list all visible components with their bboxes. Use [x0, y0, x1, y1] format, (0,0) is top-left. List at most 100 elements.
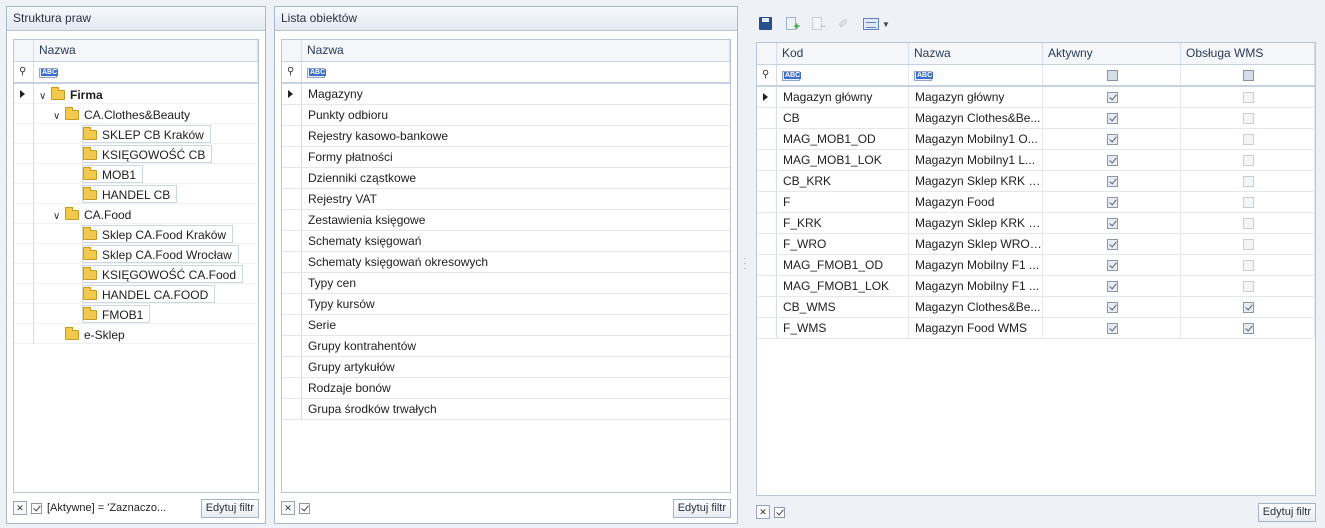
table-row[interactable]: MAG_FMOB1_LOK Magazyn Mobilny F1 ...	[757, 276, 1315, 297]
aktywny-checkbox[interactable]	[1106, 218, 1118, 229]
filter-checkbox-wms[interactable]	[1242, 70, 1254, 81]
aktywny-checkbox[interactable]	[1106, 239, 1118, 250]
pin-icon[interactable]: ⚲	[762, 69, 769, 80]
list-item[interactable]: Rejestry VAT	[282, 189, 730, 210]
cell-nazwa: Magazyn Sklep KRK F...	[909, 213, 1043, 233]
aktywny-checkbox[interactable]	[1106, 134, 1118, 145]
cell-aktywny	[1043, 171, 1181, 191]
filter-cell-aktywny[interactable]	[1043, 65, 1181, 85]
list-item[interactable]: Typy cen	[282, 273, 730, 294]
table-row[interactable]: CB Magazyn Clothes&Be...	[757, 108, 1315, 129]
tree-row[interactable]: KSIĘGOWOŚĆ CB	[14, 144, 258, 164]
table-row[interactable]: CB_WMS Magazyn Clothes&Be...	[757, 297, 1315, 318]
wms-checkbox[interactable]	[1242, 92, 1254, 103]
table-row[interactable]: F_KRK Magazyn Sklep KRK F...	[757, 213, 1315, 234]
wms-checkbox[interactable]	[1242, 239, 1254, 250]
grid-layout-icon[interactable]	[860, 14, 882, 34]
list-item[interactable]: Magazyny	[282, 84, 730, 105]
filter-cell-nazwa[interactable]: ABC	[34, 62, 258, 82]
aktywny-checkbox[interactable]	[1106, 260, 1118, 271]
wms-checkbox[interactable]	[1242, 302, 1254, 313]
wms-checkbox[interactable]	[1242, 113, 1254, 124]
tree-row[interactable]: ∨ Firma	[14, 84, 258, 104]
aktywny-checkbox[interactable]	[1106, 155, 1118, 166]
panel-splitter[interactable]: · · ·	[742, 254, 748, 276]
filter-checkbox-aktywny[interactable]	[1106, 70, 1118, 81]
filter-cell-wms[interactable]	[1181, 65, 1315, 85]
list-item[interactable]: Grupa środków trwałych	[282, 399, 730, 420]
tree-row[interactable]: e-Sklep	[14, 324, 258, 344]
wms-checkbox[interactable]	[1242, 218, 1254, 229]
tree-row[interactable]: MOB1	[14, 164, 258, 184]
dropdown-arrow-icon[interactable]: ▼	[882, 20, 890, 29]
clear-filter-button[interactable]: ✕	[756, 505, 770, 519]
tree-row[interactable]: HANDEL CB	[14, 184, 258, 204]
list-item[interactable]: Grupy artykułów	[282, 357, 730, 378]
tree-row[interactable]: ∨ CA.Clothes&Beauty	[14, 104, 258, 124]
wms-checkbox[interactable]	[1242, 260, 1254, 271]
aktywny-checkbox[interactable]	[1106, 197, 1118, 208]
filter-enabled-checkbox[interactable]	[299, 502, 310, 514]
edit-filter-button[interactable]: Edytuj filtr	[200, 498, 259, 518]
column-header-kod[interactable]: Kod	[777, 43, 909, 64]
list-item[interactable]: Zestawienia księgowe	[282, 210, 730, 231]
list-item[interactable]: Typy kursów	[282, 294, 730, 315]
list-item[interactable]: Dzienniki cząstkowe	[282, 168, 730, 189]
list-item[interactable]: Rejestry kasowo-bankowe	[282, 126, 730, 147]
edit-filter-button[interactable]: Edytuj filtr	[1257, 502, 1316, 522]
wms-checkbox[interactable]	[1242, 323, 1254, 334]
table-row[interactable]: F_WRO Magazyn Sklep WRO ...	[757, 234, 1315, 255]
tree-row[interactable]: FMOB1	[14, 304, 258, 324]
table-row[interactable]: CB_KRK Magazyn Sklep KRK C...	[757, 171, 1315, 192]
add-document-icon[interactable]	[782, 14, 804, 34]
list-item[interactable]: Rodzaje bonów	[282, 378, 730, 399]
list-item[interactable]: Punkty odbioru	[282, 105, 730, 126]
pin-icon[interactable]: ⚲	[287, 66, 294, 77]
list-item[interactable]: Schematy księgowań okresowych	[282, 252, 730, 273]
table-row[interactable]: MAG_MOB1_OD Magazyn Mobilny1 O...	[757, 129, 1315, 150]
edit-filter-button[interactable]: Edytuj filtr	[672, 498, 731, 518]
filter-enabled-checkbox[interactable]	[774, 506, 785, 518]
tree-row[interactable]: HANDEL CA.FOOD	[14, 284, 258, 304]
active-filter-text: [Aktywne] = 'Zaznaczo...	[47, 502, 167, 514]
tree-row[interactable]: ∨ CA.Food	[14, 204, 258, 224]
wms-checkbox[interactable]	[1242, 155, 1254, 166]
table-row[interactable]: MAG_MOB1_LOK Magazyn Mobilny1 L...	[757, 150, 1315, 171]
clear-filter-button[interactable]: ✕	[13, 501, 27, 515]
column-header-nazwa[interactable]: Nazwa	[909, 43, 1043, 64]
list-item[interactable]: Formy płatności	[282, 147, 730, 168]
aktywny-checkbox[interactable]	[1106, 176, 1118, 187]
tree-row[interactable]: Sklep CA.Food Kraków	[14, 224, 258, 244]
filter-enabled-checkbox[interactable]	[31, 502, 42, 514]
cell-nazwa: Magazyn Mobilny1 O...	[909, 129, 1043, 149]
tree-row[interactable]: Sklep CA.Food Wrocław	[14, 244, 258, 264]
filter-cell-nazwa[interactable]: ABC	[302, 62, 730, 82]
filter-cell-kod[interactable]: ABC	[777, 65, 909, 85]
column-header-aktywny[interactable]: Aktywny	[1043, 43, 1181, 64]
aktywny-checkbox[interactable]	[1106, 281, 1118, 292]
table-row[interactable]: MAG_FMOB1_OD Magazyn Mobilny F1 ...	[757, 255, 1315, 276]
aktywny-checkbox[interactable]	[1106, 302, 1118, 313]
save-icon[interactable]	[756, 14, 778, 34]
column-header-obsluga-wms[interactable]: Obsługa WMS	[1181, 43, 1315, 64]
list-item[interactable]: Serie	[282, 315, 730, 336]
filter-cell-nazwa[interactable]: ABC	[909, 65, 1043, 85]
wms-checkbox[interactable]	[1242, 197, 1254, 208]
list-item[interactable]: Grupy kontrahentów	[282, 336, 730, 357]
aktywny-checkbox[interactable]	[1106, 92, 1118, 103]
wms-checkbox[interactable]	[1242, 281, 1254, 292]
pin-icon[interactable]: ⚲	[19, 66, 26, 77]
aktywny-checkbox[interactable]	[1106, 113, 1118, 124]
table-row[interactable]: Magazyn główny Magazyn główny	[757, 87, 1315, 108]
column-header-nazwa[interactable]: Nazwa	[34, 40, 258, 61]
tree-row[interactable]: KSIĘGOWOŚĆ CA.Food	[14, 264, 258, 284]
column-header-nazwa[interactable]: Nazwa	[302, 40, 730, 61]
clear-filter-button[interactable]: ✕	[281, 501, 295, 515]
wms-checkbox[interactable]	[1242, 176, 1254, 187]
table-row[interactable]: F Magazyn Food	[757, 192, 1315, 213]
wms-checkbox[interactable]	[1242, 134, 1254, 145]
aktywny-checkbox[interactable]	[1106, 323, 1118, 334]
list-item[interactable]: Schematy księgowań	[282, 231, 730, 252]
tree-row[interactable]: SKLEP CB Kraków	[14, 124, 258, 144]
table-row[interactable]: F_WMS Magazyn Food WMS	[757, 318, 1315, 339]
